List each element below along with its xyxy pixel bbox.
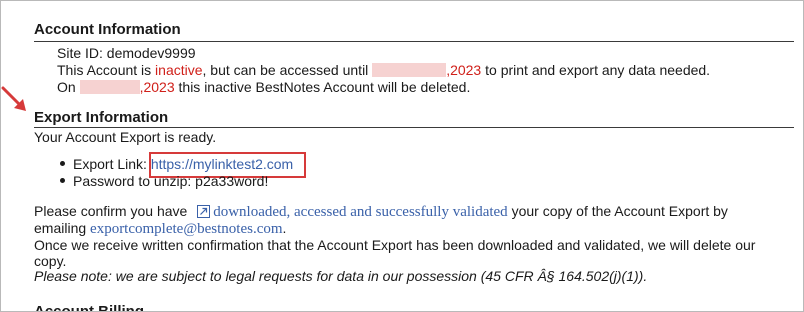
password-item: Password to unzip: p2a33word! (60, 173, 268, 190)
confirm-line: Please confirm you have downloaded, acce… (34, 203, 728, 221)
bullet (60, 161, 65, 166)
redacted-deletion-date (79, 80, 140, 94)
legal-note: Please note: we are subject to legal req… (34, 268, 648, 284)
confirm-suffix: your copy of the Account Export by (507, 203, 728, 219)
annotation-arrow-icon (1, 86, 26, 111)
account-status-mid: , but can be accessed until (202, 62, 373, 78)
deletion-line: On ,2023 this inactive BestNotes Account… (57, 79, 470, 96)
validate-link[interactable]: downloaded, accessed and successfully va… (213, 204, 507, 220)
account-information-divider (34, 41, 794, 42)
export-information-divider (34, 127, 794, 128)
screenshot-frame: Account Information Site ID: demodev9999… (0, 0, 804, 312)
confirmation-text-line1: Once we receive written confirmation tha… (34, 237, 756, 253)
emailing-suffix: . (282, 220, 287, 236)
site-id: Site ID: demodev9999 (57, 45, 196, 61)
redacted-access-date (372, 63, 447, 77)
deletion-year: ,2023 (139, 79, 175, 95)
account-status-suffix: to print and export any data needed. (481, 62, 711, 78)
emailing-prefix: emailing (34, 220, 91, 236)
account-information-heading: Account Information (34, 21, 181, 38)
external-link-icon (197, 205, 211, 218)
export-ready-text: Your Account Export is ready. (34, 129, 217, 145)
account-status-value: inactive (155, 62, 203, 78)
export-link-label: Export Link: (73, 156, 151, 172)
bullet (60, 178, 65, 183)
account-status-line: This Account is inactive, but can be acc… (57, 62, 710, 79)
deletion-prefix: On (57, 79, 80, 95)
emailing-line: emailing exportcomplete@bestnotes.com. (34, 220, 286, 238)
export-information-heading: Export Information (34, 109, 169, 126)
password-text: Password to unzip: p2a33word! (73, 173, 269, 189)
account-status-prefix: This Account is (57, 62, 156, 78)
export-complete-email-link[interactable]: exportcomplete@bestnotes.com (90, 221, 283, 237)
deletion-suffix: this inactive BestNotes Account will be … (174, 79, 471, 95)
confirm-prefix: Please confirm you have (34, 203, 192, 219)
account-billing-heading: Account Billing (34, 303, 144, 312)
access-year: ,2023 (446, 62, 482, 78)
